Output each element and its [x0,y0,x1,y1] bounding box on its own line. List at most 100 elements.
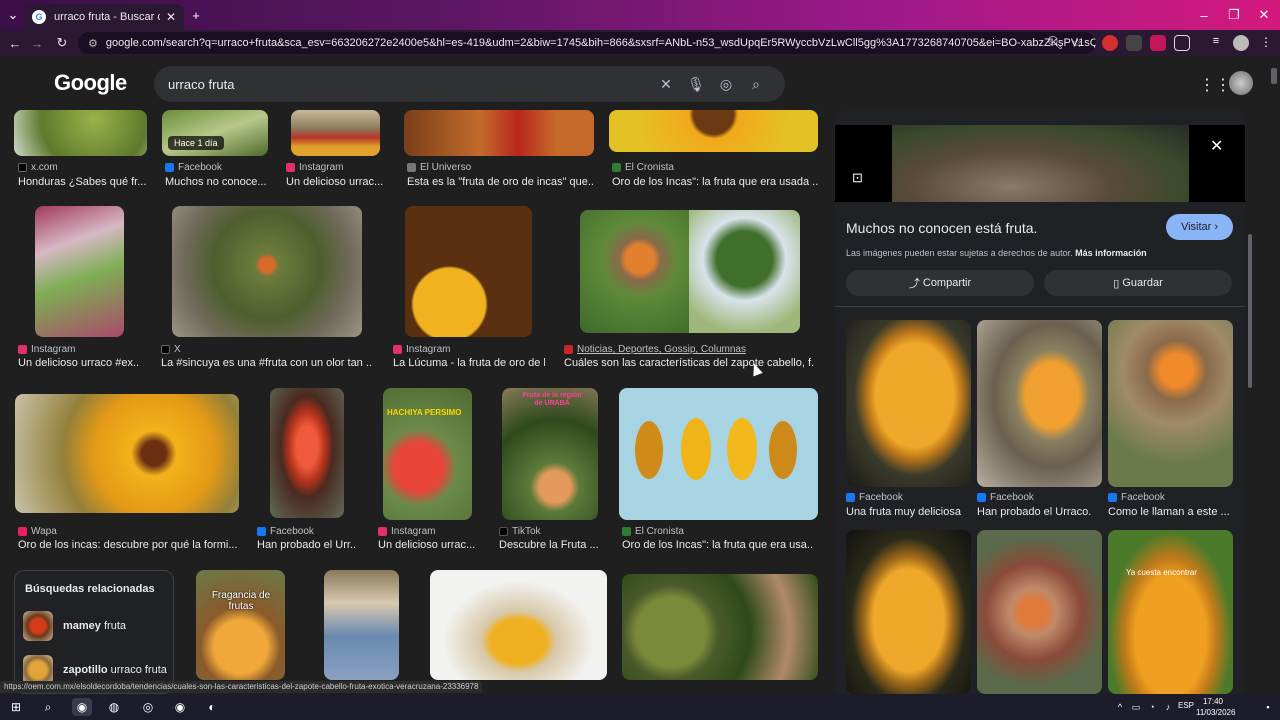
related-image[interactable] [846,530,971,694]
result-image[interactable] [270,388,344,518]
result-image[interactable] [580,210,689,333]
page-scrollbar[interactable] [1271,68,1277,84]
result-image[interactable]: Hace 1 día [162,110,268,156]
fruit-shape [635,421,663,479]
chrome-profile-icon[interactable]: ◉ [170,698,190,716]
panel-close-icon[interactable]: ✕ [1210,136,1223,156]
result-title[interactable]: Esta es la "fruta de oro de incas" que..… [407,176,595,188]
result-title[interactable]: Honduras ¿Sabes qué fr... [18,176,148,188]
panel-title[interactable]: Muchos no conocen está fruta. [846,220,1037,236]
extension-icon[interactable] [1126,35,1142,51]
result-title[interactable]: La #sincuya es una #fruta con un olor ta… [161,357,371,369]
forward-icon[interactable]: → [28,34,46,52]
result-image[interactable] [172,206,362,337]
visit-button[interactable]: Visitar › [1166,214,1233,240]
result-title[interactable]: Descubre la Fruta ... [499,539,599,551]
panel-scrollbar[interactable] [1248,234,1252,388]
result-source: Instagram [18,344,75,355]
result-image[interactable] [609,110,818,152]
result-image[interactable] [689,210,800,333]
related-item-mamey[interactable]: mamey fruta [23,611,126,641]
result-title[interactable]: Oro de los Incas": la fruta que era usa.… [622,539,814,551]
preview-image[interactable] [892,125,1189,202]
window-close-icon[interactable]: ✕ [1248,0,1280,30]
bookmark-star-icon[interactable]: ☆ [1068,34,1086,52]
extensions-puzzle-icon[interactable] [1174,35,1190,51]
chrome-icon[interactable]: ◉ [72,698,92,716]
result-image[interactable]: HACHIYA PERSIMO [383,388,472,520]
result-title[interactable]: Muchos no conoce... [165,176,275,188]
minimize-icon[interactable]: – [1188,0,1220,30]
result-image[interactable] [430,570,607,680]
result-image[interactable]: ▶ [622,574,818,680]
share-button[interactable]: ⤴ Compartir [846,270,1034,296]
el-cronista-icon [612,163,621,172]
result-image[interactable] [35,206,124,337]
app-icon[interactable]: ◎ [138,698,158,716]
new-tab-icon[interactable]: + [180,0,212,30]
save-button[interactable]: ▯ Guardar [1044,270,1232,296]
tab-close-icon[interactable]: ✕ [166,10,176,24]
zoom-icon[interactable]: 🔍︎ [1046,34,1064,52]
result-image[interactable]: Fruta de la región de URABÁ [502,388,598,520]
search-box[interactable]: urraco fruta ✕ 🎙︎ ◎ ⌕ [154,66,785,102]
related-image[interactable] [977,320,1102,487]
related-title[interactable]: Han probado el Urraco. [977,506,1102,518]
search-input[interactable]: urraco fruta [168,77,651,92]
result-image[interactable]: Fragancia de frutas [196,570,285,680]
result-title[interactable]: La Lúcuma - la fruta de oro de lo... [393,357,545,369]
related-image[interactable] [1108,320,1233,487]
result-title[interactable]: Han probado el Urr... [257,539,357,551]
x-icon [18,163,27,172]
notifications-icon[interactable]: ▪ [1258,698,1278,716]
extension-icon[interactable] [1102,35,1118,51]
tab-active[interactable]: G urraco fruta - Buscar con Google ✕ [24,4,184,30]
site-info-icon[interactable]: ⚙ [88,37,98,50]
result-image[interactable] [14,110,147,156]
related-title[interactable]: Una fruta muy deliciosa [846,506,971,518]
result-title[interactable]: Oro de los Incas": la fruta que era usad… [612,176,818,188]
result-image[interactable] [405,206,532,337]
result-title[interactable]: Un delicioso urraco #ex... [18,357,140,369]
result-source: X [161,344,181,355]
microphone-icon[interactable]: 🎙︎ [681,76,711,93]
result-source: El Universo [407,162,471,173]
app-icon[interactable]: ◐ [202,698,222,716]
url-bar[interactable]: ⚙ google.com/search?q=urraco+fruta&sca_e… [78,32,1096,54]
volume-icon[interactable]: ♪ [1158,698,1178,716]
search-icon[interactable]: ⌕ [741,76,771,93]
extension-icon[interactable] [1150,35,1166,51]
result-image[interactable] [324,570,399,680]
lens-search-icon[interactable]: ⊡ [852,170,863,186]
more-info-link[interactable]: Más información [1075,248,1147,258]
reload-icon[interactable]: ↻ [53,34,71,52]
lens-icon[interactable]: ◎ [711,76,741,93]
browser-menu-icon[interactable]: ⋮ [1258,35,1274,51]
result-title[interactable]: Un delicioso urrac... [286,176,386,188]
related-title[interactable]: Como le llaman a este ... [1108,506,1233,518]
input-language[interactable]: ESP [1178,701,1194,710]
result-image[interactable] [404,110,594,156]
result-source[interactable]: Noticias, Deportes, Gossip, Columnas [564,344,746,355]
related-image[interactable] [977,530,1102,694]
result-title[interactable]: Un delicioso urrac... [378,539,478,551]
clear-icon[interactable]: ✕ [651,76,681,93]
back-icon[interactable]: ← [6,34,24,52]
clock[interactable]: 17:40 11/03/2026 [1196,696,1235,718]
maximize-icon[interactable]: ❐ [1218,0,1250,30]
windows-start-icon[interactable]: ⊞ [6,698,26,716]
search-icon[interactable]: ⌕ [38,698,58,716]
app-icon[interactable]: ◍ [104,698,124,716]
related-image[interactable] [846,320,971,487]
reading-list-icon[interactable]: ≡ [1208,35,1224,51]
result-title[interactable]: Oro de los incas: descubre por qué la fo… [18,539,244,551]
profile-avatar-icon[interactable] [1233,35,1249,51]
google-logo[interactable]: Google [54,70,127,96]
result-image[interactable] [619,388,818,520]
related-image[interactable]: Ya cuesta encontrar [1108,530,1233,694]
result-title[interactable]: Cuáles son las características del zapot… [564,357,814,369]
result-image[interactable] [291,110,380,156]
account-avatar[interactable] [1229,71,1253,95]
result-image[interactable] [15,394,239,513]
tab-search-icon[interactable]: ⌄ [0,0,26,30]
